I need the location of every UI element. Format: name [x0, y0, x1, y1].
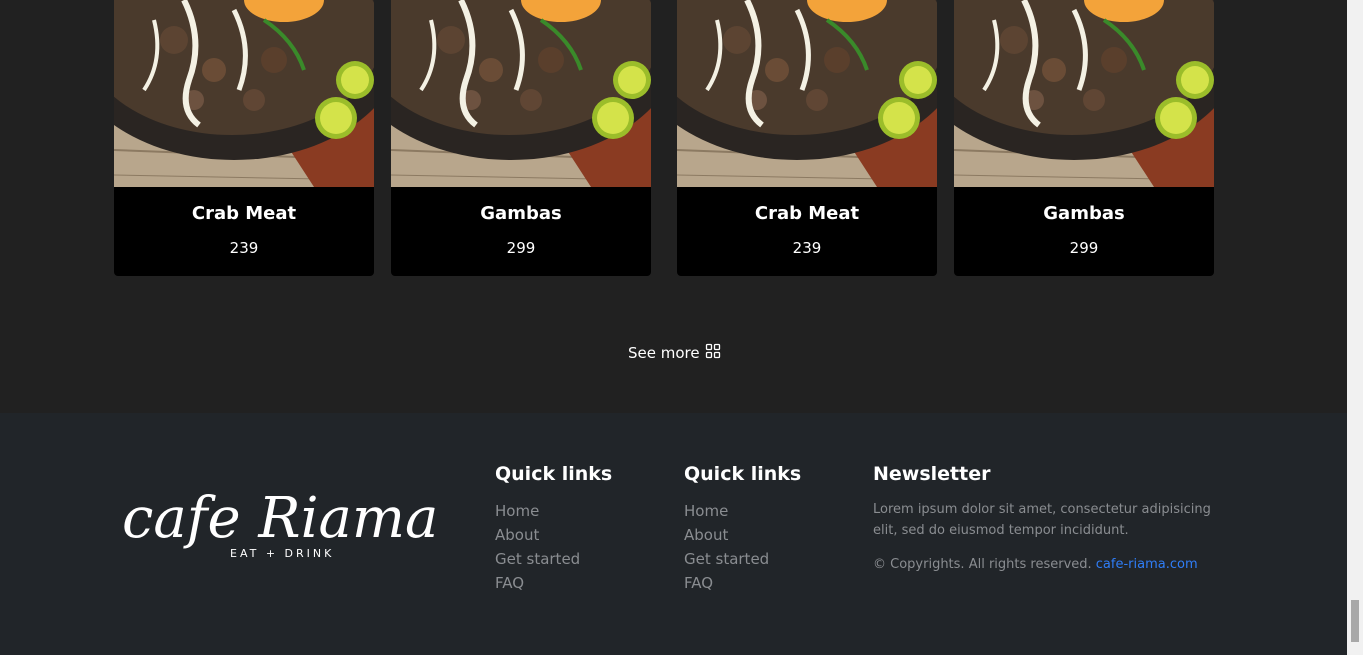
quick-links-title: Quick links: [684, 463, 802, 485]
dish-price: 299: [1069, 239, 1099, 257]
newsletter-text: Lorem ipsum dolor sit amet, consectetur …: [873, 502, 1211, 538]
menu-card[interactable]: Crab Meat 239: [677, 0, 937, 276]
dish-price: 239: [792, 239, 822, 257]
quick-links-column-1: Quick links Home About Get started FAQ: [495, 463, 612, 595]
dish-image: [677, 0, 937, 187]
link-get-started[interactable]: Get started: [684, 547, 801, 571]
logo-text: cafe Riama: [122, 486, 438, 551]
dish-price: 299: [506, 239, 536, 257]
link-about[interactable]: About: [684, 523, 801, 547]
dish-name: Crab Meat: [191, 203, 297, 224]
cafe-riama-logo[interactable]: cafe Riama EAT + DRINK: [122, 469, 467, 569]
quick-links-list: Home About Get started FAQ: [495, 499, 612, 595]
menu-card[interactable]: Crab Meat 239: [114, 0, 374, 276]
copyright: © Copyrights. All rights reserved. cafe-…: [873, 557, 1233, 572]
dish-name: Gambas: [480, 203, 562, 224]
newsletter-title: Newsletter: [873, 463, 991, 485]
scrollbar-thumb[interactable]: [1351, 600, 1359, 642]
dish-price: 239: [229, 239, 259, 257]
footer: cafe Riama EAT + DRINK Quick links Home …: [0, 413, 1347, 655]
page: Crab Meat 239 Gambas 299 Crab Meat 239 G…: [0, 0, 1347, 655]
site-link[interactable]: cafe-riama.com: [1096, 557, 1198, 572]
dish-image: [391, 0, 651, 187]
quick-links-list: Home About Get started FAQ: [684, 499, 801, 595]
newsletter-section: Newsletter Lorem ipsum dolor sit amet, c…: [873, 463, 1233, 572]
logo-tagline: EAT + DRINK: [230, 547, 334, 560]
quick-links-column-2: Quick links Home About Get started FAQ: [684, 463, 801, 595]
dish-image: [114, 0, 374, 187]
see-more-button[interactable]: See more: [628, 343, 721, 363]
dish-name: Gambas: [1043, 203, 1125, 224]
menu-card[interactable]: Gambas 299: [954, 0, 1214, 276]
link-home[interactable]: Home: [495, 499, 612, 523]
link-faq[interactable]: FAQ: [684, 571, 801, 595]
grid-icon: [705, 343, 721, 363]
copyright-text: © Copyrights. All rights reserved.: [873, 557, 1092, 572]
menu-card[interactable]: Gambas 299: [391, 0, 651, 276]
quick-links-title: Quick links: [495, 463, 613, 485]
dish-name: Crab Meat: [754, 203, 860, 224]
see-more-label: See more: [628, 344, 700, 362]
page-scrollbar[interactable]: [1347, 0, 1363, 655]
dish-image: [954, 0, 1214, 187]
link-get-started[interactable]: Get started: [495, 547, 612, 571]
menu-section: Crab Meat 239 Gambas 299 Crab Meat 239 G…: [0, 0, 1347, 413]
link-home[interactable]: Home: [684, 499, 801, 523]
link-faq[interactable]: FAQ: [495, 571, 612, 595]
link-about[interactable]: About: [495, 523, 612, 547]
